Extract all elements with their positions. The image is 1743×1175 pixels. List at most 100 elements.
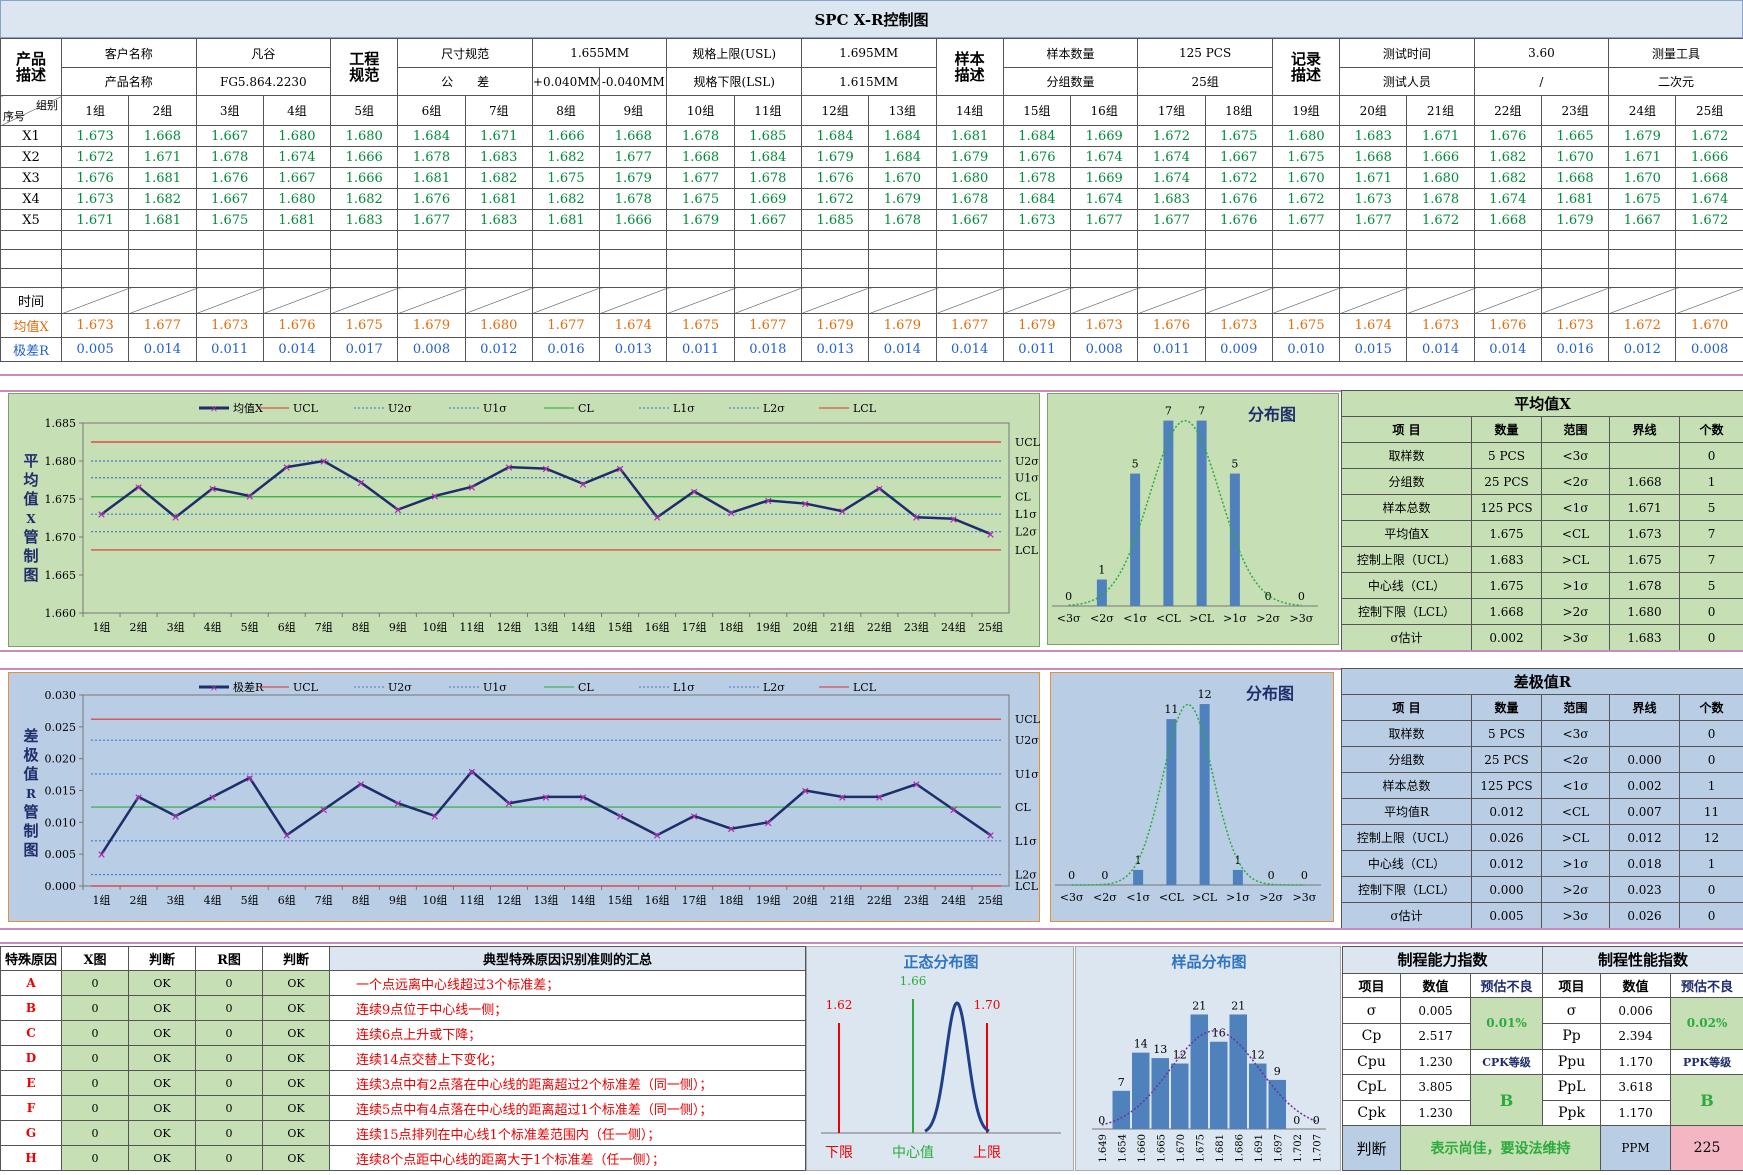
stats-header: 数量 xyxy=(1472,695,1542,721)
measurement-cell: 1.678 xyxy=(398,147,465,168)
stats-cell: 125 PCS xyxy=(1472,495,1542,521)
series-point: × xyxy=(875,482,884,495)
table-row: A0OK0OK一个点远离中心线超过3个标准差； xyxy=(1,971,806,996)
control-line-label: U1σ xyxy=(1015,472,1039,485)
measurement-cell: 1.677 xyxy=(1071,210,1138,231)
performance-header: 预估不良 xyxy=(1671,973,1743,998)
capability-header: 预估不良 xyxy=(1471,973,1543,998)
group-header: 23组 xyxy=(1541,96,1608,126)
measurement-cell: 1.671 xyxy=(62,210,129,231)
series-point: × xyxy=(393,504,402,517)
tool-value: 二次元 xyxy=(1609,68,1743,96)
stats-cell: 1.668 xyxy=(1472,599,1542,625)
xbar-cell: 1.679 xyxy=(869,314,936,338)
y-axis-title-char: 差 xyxy=(23,727,38,745)
chart-title: 分布图 xyxy=(1248,405,1296,424)
measurement-cell: 1.677 xyxy=(1272,210,1339,231)
measurement-cell: 1.666 xyxy=(331,168,398,189)
group-header: 9组 xyxy=(600,96,667,126)
special-header: R图 xyxy=(196,947,263,971)
table-row: B0OK0OK连续9点位于中心线一侧； xyxy=(1,996,806,1021)
range-cell: 0.016 xyxy=(532,338,599,362)
measurement-cell: 1.684 xyxy=(398,126,465,147)
bar xyxy=(1200,704,1210,885)
series-point: × xyxy=(245,490,254,503)
xbar-cell: 1.676 xyxy=(1474,314,1541,338)
table-row: 时间 xyxy=(1,288,1743,314)
range-distribution-chart: 分布图0<3σ0<2σ1<1σ11<CL12>CL1>1σ0>2σ0>3σ xyxy=(1051,673,1335,923)
special-cell: 0 xyxy=(196,971,263,996)
range-cell: 0.018 xyxy=(734,338,801,362)
stats-cell: 0.026 xyxy=(1610,903,1680,929)
bar-label: 21 xyxy=(1192,999,1206,1012)
category-label: <2σ xyxy=(1090,612,1114,625)
empty-cell xyxy=(129,250,196,269)
xbar-chart-panel: ×均值XUCLU2σU1σCLL1σL2σLCLUCLU2σU1σCLL1σL2… xyxy=(8,393,1040,647)
range-cell: 0.014 xyxy=(869,338,936,362)
x-tick-label: 2组 xyxy=(130,620,148,634)
customer-value: 凡谷 xyxy=(196,39,331,68)
empty-cell xyxy=(1071,250,1138,269)
stats-cell: 平均值R xyxy=(1342,799,1472,825)
time-cell xyxy=(1609,288,1676,314)
control-line-label: UCL xyxy=(1015,713,1041,726)
special-header: 判断 xyxy=(129,947,196,971)
y-axis-title-char: 制 xyxy=(23,822,38,840)
stats-header: 项 目 xyxy=(1342,417,1472,443)
measurement-cell: 1.683 xyxy=(331,210,398,231)
measurement-cell: 1.682 xyxy=(532,189,599,210)
empty-cell xyxy=(1205,269,1272,288)
series-line xyxy=(102,771,991,854)
special-cell: OK xyxy=(263,1121,330,1146)
measurement-cell: 1.668 xyxy=(1340,147,1407,168)
category-label: 1.691 xyxy=(1254,1134,1265,1163)
time-cell xyxy=(801,288,868,314)
table-row: 分组数25 PCS<2σ0.0000 xyxy=(1342,747,1743,773)
empty-cell xyxy=(1474,231,1541,250)
measurement-cell: 1.681 xyxy=(129,210,196,231)
special-cell: B xyxy=(1,996,62,1021)
time-cell xyxy=(1676,288,1743,314)
x-tick-label: 8组 xyxy=(352,893,370,907)
measurement-cell: 1.681 xyxy=(465,189,532,210)
empty-cell xyxy=(1474,269,1541,288)
table-row: F0OK0OK连续5点中有4点落在中心线的距离超过1个标准差（同一侧）； xyxy=(1,1096,806,1121)
empty-cell xyxy=(62,231,129,250)
special-cell: 0 xyxy=(196,1146,263,1171)
xbar-cell: 1.674 xyxy=(600,314,667,338)
performance-item: Ppu xyxy=(1543,1049,1601,1075)
measurement-cell: 1.666 xyxy=(600,210,667,231)
empty-cell xyxy=(600,231,667,250)
measurement-cell: 1.678 xyxy=(734,168,801,189)
series-point: × xyxy=(727,823,736,836)
range-cell: 0.014 xyxy=(129,338,196,362)
x-tick-label: 4组 xyxy=(204,893,222,907)
empty-cell xyxy=(532,231,599,250)
x-tick-label: 11组 xyxy=(459,893,484,907)
rule-description: 连续14点交替上下变化； xyxy=(330,1046,806,1071)
legend-label: U1σ xyxy=(483,681,507,694)
measurement-cell: 1.682 xyxy=(532,147,599,168)
xbar-cell: 1.674 xyxy=(1340,314,1407,338)
stats-header: 范围 xyxy=(1542,695,1610,721)
table-row: 平均值X1.675<CL1.6737 xyxy=(1342,521,1743,547)
stats-cell: 1.673 xyxy=(1610,521,1680,547)
x-tick-label: 22组 xyxy=(867,620,892,634)
stats-cell: 0.000 xyxy=(1472,877,1542,903)
stats-cell xyxy=(1610,443,1680,469)
time-cell xyxy=(734,288,801,314)
limit-label: 上限 xyxy=(973,1145,1001,1161)
empty-cell xyxy=(734,231,801,250)
measurement-cell: 1.677 xyxy=(1138,210,1205,231)
measurement-cell: 1.671 xyxy=(1407,126,1474,147)
y-axis-title-char: 值 xyxy=(23,490,38,508)
measurement-cell: 1.683 xyxy=(465,210,532,231)
xbar-cell: 1.677 xyxy=(129,314,196,338)
y-axis-title-char: 图 xyxy=(23,841,38,859)
performance-value: 3.618 xyxy=(1601,1075,1671,1101)
x-tick-label: 6组 xyxy=(278,620,296,634)
measurement-cell: 1.676 xyxy=(62,168,129,189)
empty-cell xyxy=(532,250,599,269)
measurement-cell: 1.667 xyxy=(196,126,263,147)
legend-label: CL xyxy=(578,681,594,694)
